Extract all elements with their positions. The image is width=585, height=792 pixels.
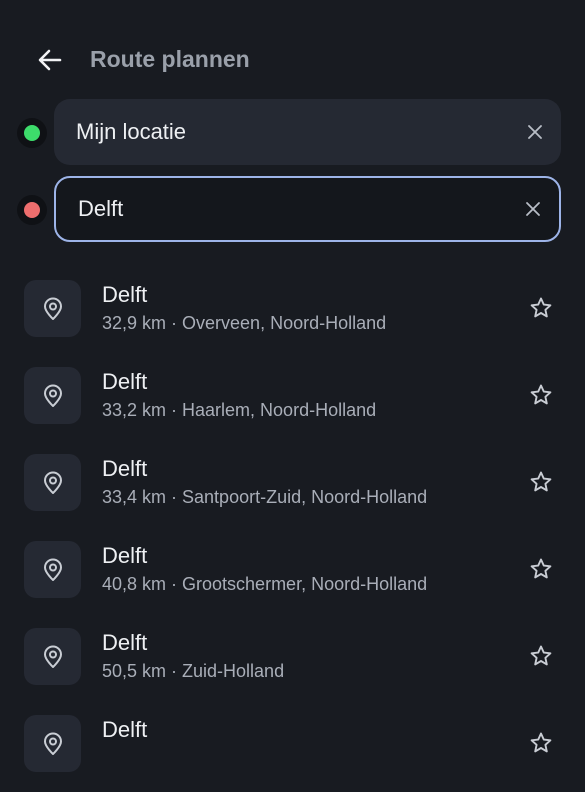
star-outline-icon [530, 297, 552, 318]
result-details: 50,5 km · Zuid-Holland [102, 661, 284, 682]
map-pin-icon [43, 297, 62, 320]
origin-row: Mijn locatie [0, 99, 585, 167]
destination-row: Delft [0, 176, 585, 244]
result-pin [24, 454, 81, 511]
map-pin-icon [43, 384, 62, 407]
star-outline-icon [530, 471, 552, 492]
result-pin [24, 715, 81, 772]
result-separator: · [166, 313, 183, 333]
result-distance: 32,9 km [102, 313, 167, 333]
star-outline-icon [530, 645, 552, 666]
result-item[interactable]: Delft 33,4 km · Santpoort-Zuid, Noord-Hol… [0, 444, 585, 531]
page-title: Route plannen [90, 46, 250, 72]
destination-input[interactable]: Delft [54, 176, 561, 242]
result-name: Delft [102, 456, 148, 481]
favorite-button[interactable] [527, 294, 555, 322]
favorite-button[interactable] [527, 642, 555, 670]
origin-dot [24, 125, 40, 141]
result-item[interactable]: Delft 32,9 km · Overveen, Noord-Holland [0, 270, 585, 357]
result-place: Overveen, Noord-Holland [182, 313, 387, 333]
result-place: Haarlem, Noord-Holland [182, 400, 377, 420]
result-details: 40,8 km · Grootschermer, Noord-Holland [102, 574, 427, 595]
result-place: Zuid-Holland [182, 661, 285, 681]
result-distance: 33,4 km [102, 487, 167, 507]
result-distance: 50,5 km [102, 661, 167, 681]
star-outline-icon [530, 384, 552, 405]
star-outline-icon [530, 558, 552, 579]
result-name: Delft [102, 369, 148, 394]
origin-clear-button[interactable] [523, 120, 547, 144]
map-pin-icon [43, 471, 62, 494]
destination-marker [17, 195, 47, 225]
back-button[interactable] [30, 40, 70, 80]
result-place: Santpoort-Zuid, Noord-Holland [182, 487, 428, 507]
result-distance: 40,8 km [102, 574, 167, 594]
origin-value: Mijn locatie [76, 119, 187, 144]
result-pin [24, 541, 81, 598]
favorite-button[interactable] [527, 555, 555, 583]
result-place: Grootschermer, Noord-Holland [182, 574, 428, 594]
result-details: 32,9 km · Overveen, Noord-Holland [102, 313, 386, 334]
close-icon [526, 202, 540, 216]
result-separator: · [166, 400, 183, 420]
map-pin-icon [43, 732, 62, 755]
arrow-left-icon [38, 49, 62, 71]
favorite-button[interactable] [527, 729, 555, 757]
result-item[interactable]: Delft [0, 705, 585, 792]
result-item[interactable]: Delft 50,5 km · Zuid-Holland [0, 618, 585, 705]
result-name: Delft [102, 717, 148, 742]
result-pin [24, 628, 81, 685]
map-pin-icon [43, 645, 62, 668]
result-item[interactable]: Delft 40,8 km · Grootschermer, Noord-Holl… [0, 531, 585, 618]
result-separator: · [166, 487, 183, 507]
favorite-button[interactable] [527, 381, 555, 409]
result-distance: 33,2 km [102, 400, 167, 420]
destination-dot [24, 202, 40, 218]
map-pin-icon [43, 558, 62, 581]
result-name: Delft [102, 630, 148, 655]
result-separator: · [166, 574, 183, 594]
star-outline-icon [530, 732, 552, 753]
close-icon [528, 125, 542, 139]
result-name: Delft [102, 282, 148, 307]
result-pin [24, 280, 81, 337]
origin-marker [17, 118, 47, 148]
favorite-button[interactable] [527, 468, 555, 496]
destination-value: Delft [78, 196, 124, 221]
origin-input[interactable]: Mijn locatie [54, 99, 561, 165]
result-name: Delft [102, 543, 148, 568]
result-item[interactable]: Delft 33,2 km · Haarlem, Noord-Holland [0, 357, 585, 444]
result-pin [24, 367, 81, 424]
result-details: 33,2 km · Haarlem, Noord-Holland [102, 400, 376, 421]
result-details: 33,4 km · Santpoort-Zuid, Noord-Holland [102, 487, 427, 508]
destination-clear-button[interactable] [521, 197, 545, 221]
result-separator: · [166, 661, 183, 681]
